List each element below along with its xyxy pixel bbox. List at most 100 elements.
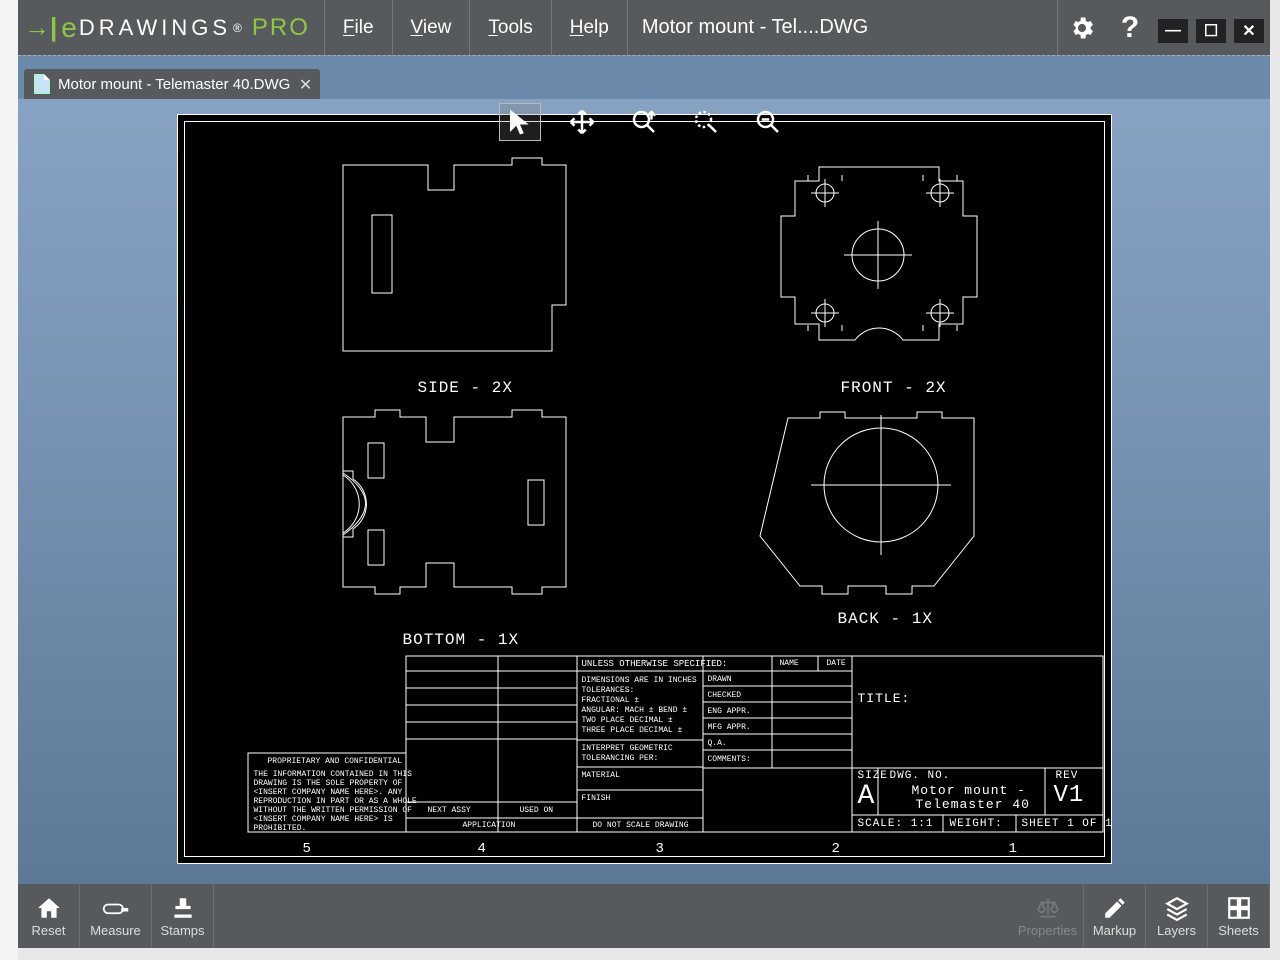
view-toolbar: [499, 103, 789, 141]
pan-icon: [567, 107, 597, 137]
help-button[interactable]: ?: [1106, 0, 1154, 55]
zoom-tool[interactable]: [623, 103, 665, 141]
logo-arrow-icon: →|: [24, 12, 57, 43]
layers-icon: [1163, 895, 1191, 921]
properties-label: Properties: [1018, 923, 1077, 938]
ruler-3: 3: [656, 841, 665, 857]
tb-prop2: THE INFORMATION CONTAINED IN THIS: [254, 770, 412, 779]
markup-label: Markup: [1093, 923, 1136, 938]
tb-application: APPLICATION: [463, 821, 516, 830]
close-button[interactable]: ✕: [1234, 19, 1264, 43]
reset-label: Reset: [32, 923, 66, 938]
title-bar: →| e DRAWINGS ® PRO File View Tools Help…: [18, 0, 1270, 55]
document-tab[interactable]: Motor mount - Telemaster 40.DWG ✕: [24, 69, 320, 99]
logo-e: e: [61, 12, 77, 44]
ruler-5: 5: [303, 841, 312, 857]
topbar-icons: ?: [1058, 0, 1154, 55]
label-back: BACK - 1X: [838, 610, 933, 628]
drawing-viewport[interactable]: SIDE - 2X FRONT - 2X BOTTOM - 1X BACK - …: [18, 99, 1270, 884]
properties-button[interactable]: Properties: [1012, 884, 1084, 948]
menu-file[interactable]: File: [325, 0, 393, 55]
tb-spec5: TWO PLACE DECIMAL ±: [582, 716, 673, 725]
stamp-icon: [169, 895, 197, 921]
tb-spec9: MATERIAL: [582, 771, 620, 780]
measure-button[interactable]: Measure: [80, 884, 152, 948]
pencil-icon: [1101, 895, 1129, 921]
tape-icon: [102, 895, 130, 921]
label-bottom: BOTTOM - 1X: [403, 631, 520, 649]
tb-spec10: FINISH: [582, 794, 611, 803]
tb-spec-header: UNLESS OTHERWISE SPECIFIED:: [582, 659, 728, 669]
window-controls: — ☐ ✕: [1158, 13, 1270, 43]
tb-mfg: MFG APPR.: [708, 723, 751, 732]
tb-spec8: TOLERANCING PER:: [582, 754, 659, 763]
logo-text: DRAWINGS: [79, 15, 231, 41]
window-title: Motor mount - Tel....DWG: [628, 0, 1058, 55]
ruler-4: 4: [478, 841, 487, 857]
tb-comments: COMMENTS:: [708, 755, 751, 764]
tb-nextassy: NEXT ASSY: [428, 806, 471, 815]
menu-tools[interactable]: Tools: [470, 0, 551, 55]
app-logo: →| e DRAWINGS ® PRO: [18, 0, 325, 55]
stamps-label: Stamps: [160, 923, 204, 938]
zoom-window-tool[interactable]: [747, 103, 789, 141]
tb-spec11: DO NOT SCALE DRAWING: [593, 821, 689, 830]
zoom-icon: [629, 107, 659, 137]
stamps-button[interactable]: Stamps: [152, 884, 214, 948]
tb-rev-lbl: REV: [1056, 770, 1079, 782]
zoom-fit-tool[interactable]: [685, 103, 727, 141]
zoom-window-icon: [753, 107, 783, 137]
tb-prop4: <INSERT COMPANY NAME HERE>. ANY: [254, 788, 403, 797]
sheets-icon: [1225, 895, 1253, 921]
bottom-toolbar: Reset Measure Stamps Properties Markup L…: [18, 884, 1270, 948]
background-os-strip: [0, 0, 18, 960]
reset-button[interactable]: Reset: [18, 884, 80, 948]
tb-spec1: DIMENSIONS ARE IN INCHES: [582, 676, 697, 685]
tb-title-lbl: TITLE:: [858, 691, 911, 706]
tb-spec6: THREE PLACE DECIMAL ±: [582, 726, 683, 735]
gear-icon: [1068, 14, 1096, 42]
ruler-1: 1: [1009, 841, 1018, 857]
layers-label: Layers: [1157, 923, 1196, 938]
markup-button[interactable]: Markup: [1084, 884, 1146, 948]
document-tab-label: Motor mount - Telemaster 40.DWG: [58, 76, 290, 93]
sheets-button[interactable]: Sheets: [1208, 884, 1270, 948]
tb-prop8: PROHIBITED.: [254, 824, 307, 833]
maximize-icon: ☐: [1204, 21, 1218, 41]
home-icon: [35, 895, 63, 921]
layers-button[interactable]: Layers: [1146, 884, 1208, 948]
tb-weight: WEIGHT:: [950, 818, 1003, 830]
tb-scale: SCALE: 1:1: [858, 818, 934, 830]
tb-usedon: USED ON: [520, 806, 554, 815]
edrawings-window: →| e DRAWINGS ® PRO File View Tools Help…: [18, 0, 1270, 948]
document-tab-strip: Motor mount - Telemaster 40.DWG ✕: [18, 55, 1270, 99]
tb-prop5: REPRODUCTION IN PART OR AS A WHOLE: [254, 797, 417, 806]
label-side: SIDE - 2X: [418, 379, 513, 397]
menu-help[interactable]: Help: [552, 0, 628, 55]
tb-drawn: DRAWN: [708, 675, 732, 684]
sheets-label: Sheets: [1218, 923, 1258, 938]
menu-view[interactable]: View: [393, 0, 471, 55]
zoom-fit-icon: [691, 107, 721, 137]
logo-pro: PRO: [252, 14, 310, 42]
tb-spec4: ANGULAR: MACH ± BEND ±: [582, 706, 688, 715]
pan-tool[interactable]: [561, 103, 603, 141]
scales-icon: [1034, 895, 1062, 921]
tab-close-button[interactable]: ✕: [299, 75, 312, 95]
maximize-button[interactable]: ☐: [1196, 19, 1226, 43]
tb-spec2: TOLERANCES:: [582, 686, 635, 695]
question-icon: ?: [1121, 11, 1139, 45]
drawing-sheet: SIDE - 2X FRONT - 2X BOTTOM - 1X BACK - …: [177, 114, 1112, 864]
tb-sheet: SHEET 1 OF 1: [1022, 818, 1113, 830]
close-icon: ✕: [1242, 21, 1255, 41]
menubar: File View Tools Help: [325, 0, 628, 55]
tb-name: NAME: [780, 659, 799, 668]
cursor-icon: [505, 107, 535, 137]
select-tool[interactable]: [499, 103, 541, 141]
tb-size-val: A: [858, 781, 876, 812]
settings-button[interactable]: [1058, 0, 1106, 55]
tb-spec7: INTERPRET GEOMETRIC: [582, 744, 673, 753]
minimize-icon: —: [1165, 22, 1181, 40]
tb-prop6: WITHOUT THE WRITTEN PERMISSION OF: [254, 806, 412, 815]
minimize-button[interactable]: —: [1158, 19, 1188, 43]
